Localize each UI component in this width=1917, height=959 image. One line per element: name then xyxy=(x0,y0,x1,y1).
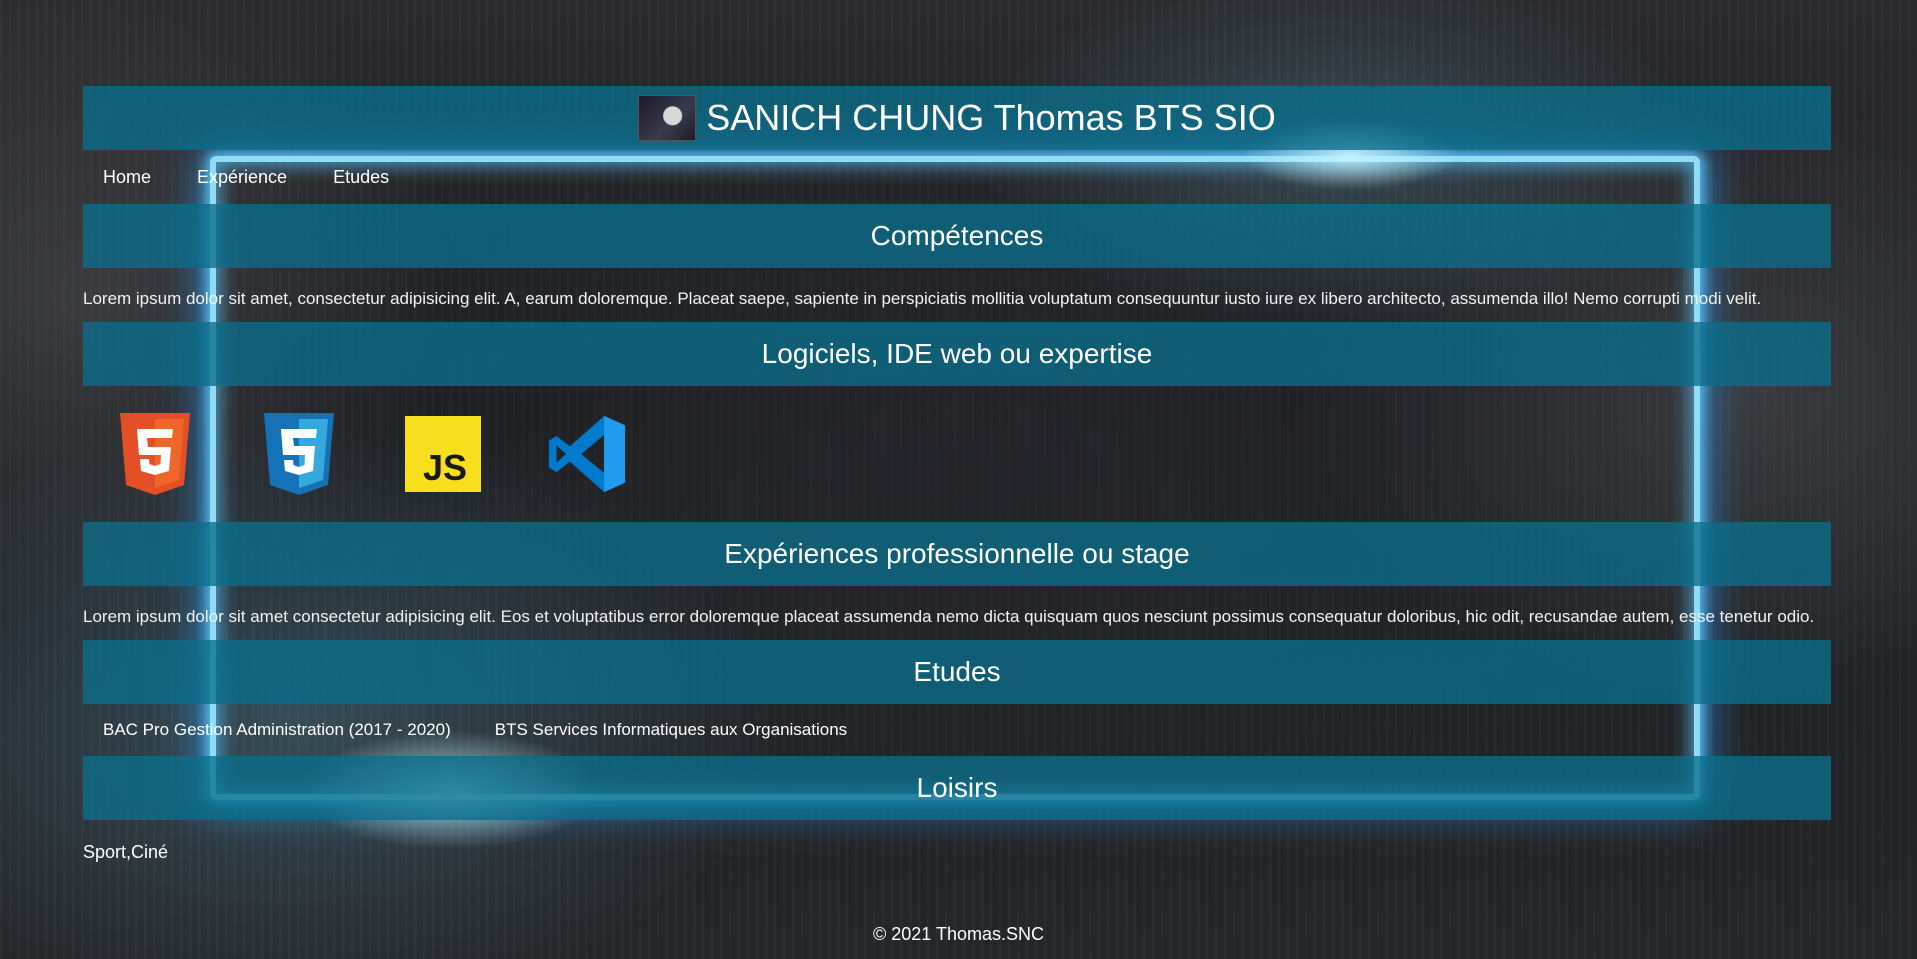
section-header-logiciels: Logiciels, IDE web ou expertise xyxy=(83,322,1831,386)
css3-icon xyxy=(259,412,339,496)
logo-row: JS xyxy=(83,386,1831,522)
etudes-list: BAC Pro Gestion Administration (2017 - 2… xyxy=(83,704,1831,756)
page-content: SANICH CHUNG Thomas BTS SIO Home Expérie… xyxy=(83,86,1831,863)
section-header-loisirs: Loisirs xyxy=(83,756,1831,820)
footer-copyright: © 2021 Thomas.SNC xyxy=(872,924,1044,944)
section-title: Loisirs xyxy=(916,772,998,803)
experiences-text: Lorem ipsum dolor sit amet consectetur a… xyxy=(83,607,1815,626)
html5-icon xyxy=(115,412,195,496)
avatar xyxy=(638,95,697,141)
loisirs-text: Sport,Ciné xyxy=(83,842,169,862)
etudes-item-bts-sio[interactable]: BTS Services Informatiques aux Organisat… xyxy=(495,720,847,740)
section-header-experiences: Expériences professionnelle ou stage xyxy=(83,522,1831,586)
section-header-competences: Compétences xyxy=(83,204,1831,268)
nav-link-home[interactable]: Home xyxy=(103,167,151,188)
section-header-etudes: Etudes xyxy=(83,640,1831,704)
vscode-icon xyxy=(547,412,627,496)
nav-link-etudes[interactable]: Etudes xyxy=(333,167,389,188)
page-title: SANICH CHUNG Thomas BTS SIO xyxy=(706,97,1276,138)
competences-text: Lorem ipsum dolor sit amet, consectetur … xyxy=(83,289,1762,308)
svg-text:JS: JS xyxy=(423,447,467,488)
javascript-icon: JS xyxy=(403,412,483,496)
nav-link-experience[interactable]: Expérience xyxy=(197,167,287,188)
section-title: Compétences xyxy=(870,220,1044,251)
header-bar: SANICH CHUNG Thomas BTS SIO xyxy=(83,86,1831,150)
main-nav: Home Expérience Etudes xyxy=(83,150,1831,204)
section-title: Logiciels, IDE web ou expertise xyxy=(761,338,1153,369)
section-title: Etudes xyxy=(913,656,1001,687)
etudes-item-bac-pro[interactable]: BAC Pro Gestion Administration (2017 - 2… xyxy=(103,720,451,740)
section-title: Expériences professionnelle ou stage xyxy=(724,538,1190,569)
